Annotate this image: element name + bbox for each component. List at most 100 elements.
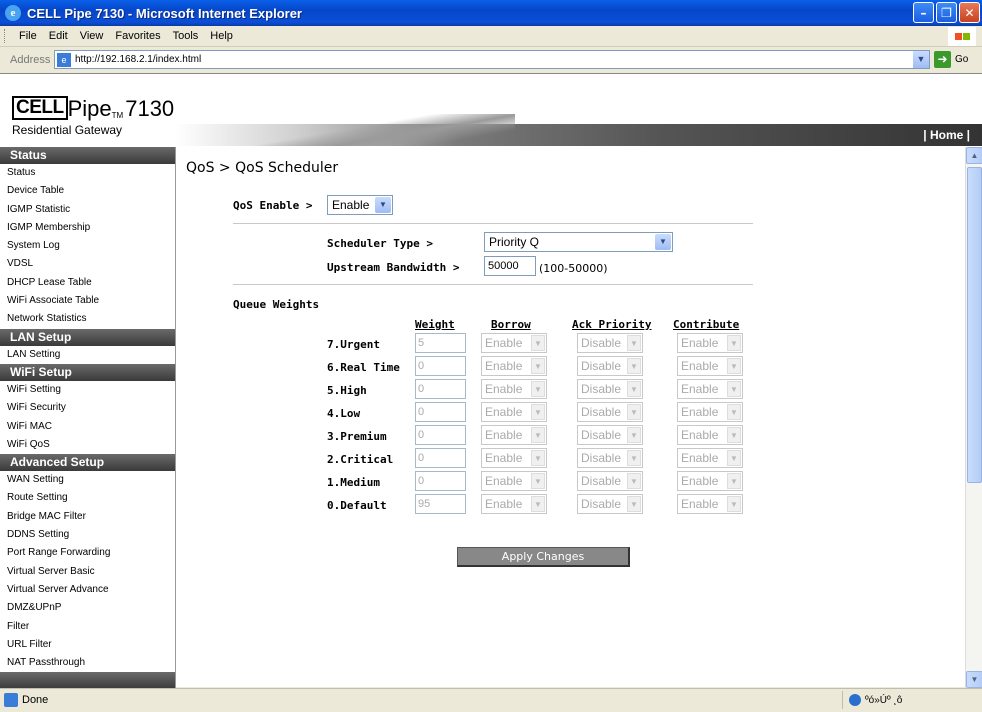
contribute-select[interactable]: Enable ▼: [677, 425, 743, 445]
ack-priority-select[interactable]: Disable ▼: [577, 333, 643, 353]
weight-input[interactable]: 5: [415, 333, 466, 353]
chevron-down-icon: ▼: [531, 496, 545, 512]
sidebar-item-network-statistics[interactable]: Network Statistics: [0, 310, 175, 328]
logo-cell-text: CELL: [12, 96, 68, 120]
ack-priority-select[interactable]: Disable ▼: [577, 402, 643, 422]
sidebar-item-dmz-upnp[interactable]: DMZ&UPnP: [0, 599, 175, 617]
contribute-select[interactable]: Enable ▼: [677, 471, 743, 491]
upstream-bandwidth-label: Upstream Bandwidth >: [327, 261, 460, 274]
contribute-select[interactable]: Enable ▼: [677, 448, 743, 468]
borrow-select[interactable]: Enable ▼: [481, 471, 547, 491]
borrow-value: Enable: [485, 382, 523, 396]
sidebar-item-system-log[interactable]: System Log: [0, 237, 175, 255]
contribute-select[interactable]: Enable ▼: [677, 333, 743, 353]
divider: [233, 223, 753, 224]
sidebar-item-nat-passthrough[interactable]: NAT Passthrough: [0, 654, 175, 672]
weight-input[interactable]: 0: [415, 425, 466, 445]
borrow-select[interactable]: Enable ▼: [481, 494, 547, 514]
address-dropdown-icon[interactable]: ▼: [913, 51, 929, 68]
sidebar-item-virtual-server-advance[interactable]: Virtual Server Advance: [0, 581, 175, 599]
scroll-up-icon[interactable]: ▲: [966, 147, 982, 164]
menu-help[interactable]: Help: [210, 30, 233, 42]
ack-priority-select[interactable]: Disable ▼: [577, 379, 643, 399]
queue-name: 4.Low: [327, 407, 361, 420]
column-weight: Weight: [415, 318, 455, 331]
ack-priority-select[interactable]: Disable ▼: [577, 494, 643, 514]
weight-input[interactable]: 0: [415, 402, 466, 422]
sidebar-item-device-table[interactable]: Device Table: [0, 182, 175, 200]
borrow-select[interactable]: Enable ▼: [481, 379, 547, 399]
sidebar-item-wifi-mac[interactable]: WiFi MAC: [0, 418, 175, 436]
home-link[interactable]: | Home |: [923, 128, 970, 142]
queue-name: 2.Critical: [327, 453, 394, 466]
menu-favorites[interactable]: Favorites: [115, 30, 160, 42]
sidebar-item-lan-setting[interactable]: LAN Setting: [0, 346, 175, 364]
sidebar-item-igmp-statistic[interactable]: IGMP Statistic: [0, 201, 175, 219]
sidebar-item-bridge-mac-filter[interactable]: Bridge MAC Filter: [0, 508, 175, 526]
ack-priority-value: Disable: [581, 359, 622, 373]
contribute-select[interactable]: Enable ▼: [677, 494, 743, 514]
contribute-value: Enable: [681, 474, 719, 488]
address-url[interactable]: http://192.168.2.1/index.html: [75, 54, 201, 65]
sidebar-item-dhcp-lease-table[interactable]: DHCP Lease Table: [0, 274, 175, 292]
borrow-select[interactable]: Enable ▼: [481, 425, 547, 445]
borrow-select[interactable]: Enable ▼: [481, 333, 547, 353]
minimize-button[interactable]: –: [913, 2, 934, 23]
scrollbar-thumb[interactable]: [967, 167, 982, 483]
chevron-down-icon: ▼: [727, 358, 741, 374]
menu-view[interactable]: View: [80, 30, 104, 42]
close-button[interactable]: ✕: [959, 2, 980, 23]
maximize-button[interactable]: ❐: [936, 2, 957, 23]
scroll-down-icon[interactable]: ▼: [966, 671, 982, 688]
menu-file[interactable]: File: [19, 30, 37, 42]
weight-input[interactable]: 0: [415, 356, 466, 376]
chevron-down-icon: ▼: [627, 381, 641, 397]
menu-edit[interactable]: Edit: [49, 30, 68, 42]
sidebar-item-wifi-security[interactable]: WiFi Security: [0, 399, 175, 417]
weight-input[interactable]: 0: [415, 448, 466, 468]
sidebar-item-route-setting[interactable]: Route Setting: [0, 489, 175, 507]
sidebar-item-filter[interactable]: Filter: [0, 618, 175, 636]
borrow-select[interactable]: Enable ▼: [481, 402, 547, 422]
contribute-select[interactable]: Enable ▼: [677, 356, 743, 376]
sidebar-item-status[interactable]: Status: [0, 164, 175, 182]
sidebar-item-url-filter[interactable]: URL Filter: [0, 636, 175, 654]
sidebar-item-vdsl[interactable]: VDSL: [0, 255, 175, 273]
sidebar-item-igmp-membership[interactable]: IGMP Membership: [0, 219, 175, 237]
scheduler-type-select[interactable]: Priority Q ▼: [484, 232, 673, 252]
main-content: QoS > QoS Scheduler: [186, 160, 338, 176]
upstream-bandwidth-range: (100-50000): [539, 262, 608, 275]
sidebar-item-virtual-server-basic[interactable]: Virtual Server Basic: [0, 563, 175, 581]
weight-input[interactable]: 95: [415, 494, 466, 514]
weight-input[interactable]: 0: [415, 471, 466, 491]
ack-priority-value: Disable: [581, 405, 622, 419]
sidebar-item-ddns-setting[interactable]: DDNS Setting: [0, 526, 175, 544]
ack-priority-select[interactable]: Disable ▼: [577, 356, 643, 376]
go-button[interactable]: ➜ Go: [934, 51, 968, 68]
sidebar-item-wifi-associate-table[interactable]: WiFi Associate Table: [0, 292, 175, 310]
menu-tools[interactable]: Tools: [173, 30, 199, 42]
queue-name: 0.Default: [327, 499, 387, 512]
sidebar-item-wifi-setting[interactable]: WiFi Setting: [0, 381, 175, 399]
weight-input[interactable]: 0: [415, 379, 466, 399]
ack-priority-select[interactable]: Disable ▼: [577, 425, 643, 445]
ack-priority-select[interactable]: Disable ▼: [577, 448, 643, 468]
ack-priority-select[interactable]: Disable ▼: [577, 471, 643, 491]
sidebar-item-wan-setting[interactable]: WAN Setting: [0, 471, 175, 489]
upstream-bandwidth-input[interactable]: 50000: [484, 256, 536, 276]
chevron-down-icon: ▼: [727, 473, 741, 489]
qos-enable-select[interactable]: Enable ▼: [327, 195, 393, 215]
sidebar-item-port-range-forwarding[interactable]: Port Range Forwarding: [0, 544, 175, 562]
chevron-down-icon: ▼: [375, 197, 391, 213]
queue-name: 3.Premium: [327, 430, 387, 443]
contribute-select[interactable]: Enable ▼: [677, 379, 743, 399]
contribute-select[interactable]: Enable ▼: [677, 402, 743, 422]
vertical-scrollbar[interactable]: ▲ ▼: [965, 147, 982, 688]
apply-changes-button[interactable]: Apply Changes: [457, 547, 630, 567]
address-input[interactable]: e http://192.168.2.1/index.html ▼: [54, 50, 930, 69]
borrow-select[interactable]: Enable ▼: [481, 448, 547, 468]
borrow-select[interactable]: Enable ▼: [481, 356, 547, 376]
sidebar-item-wifi-qos[interactable]: WiFi QoS: [0, 436, 175, 454]
chevron-down-icon: ▼: [627, 358, 641, 374]
chevron-down-icon: ▼: [531, 427, 545, 443]
